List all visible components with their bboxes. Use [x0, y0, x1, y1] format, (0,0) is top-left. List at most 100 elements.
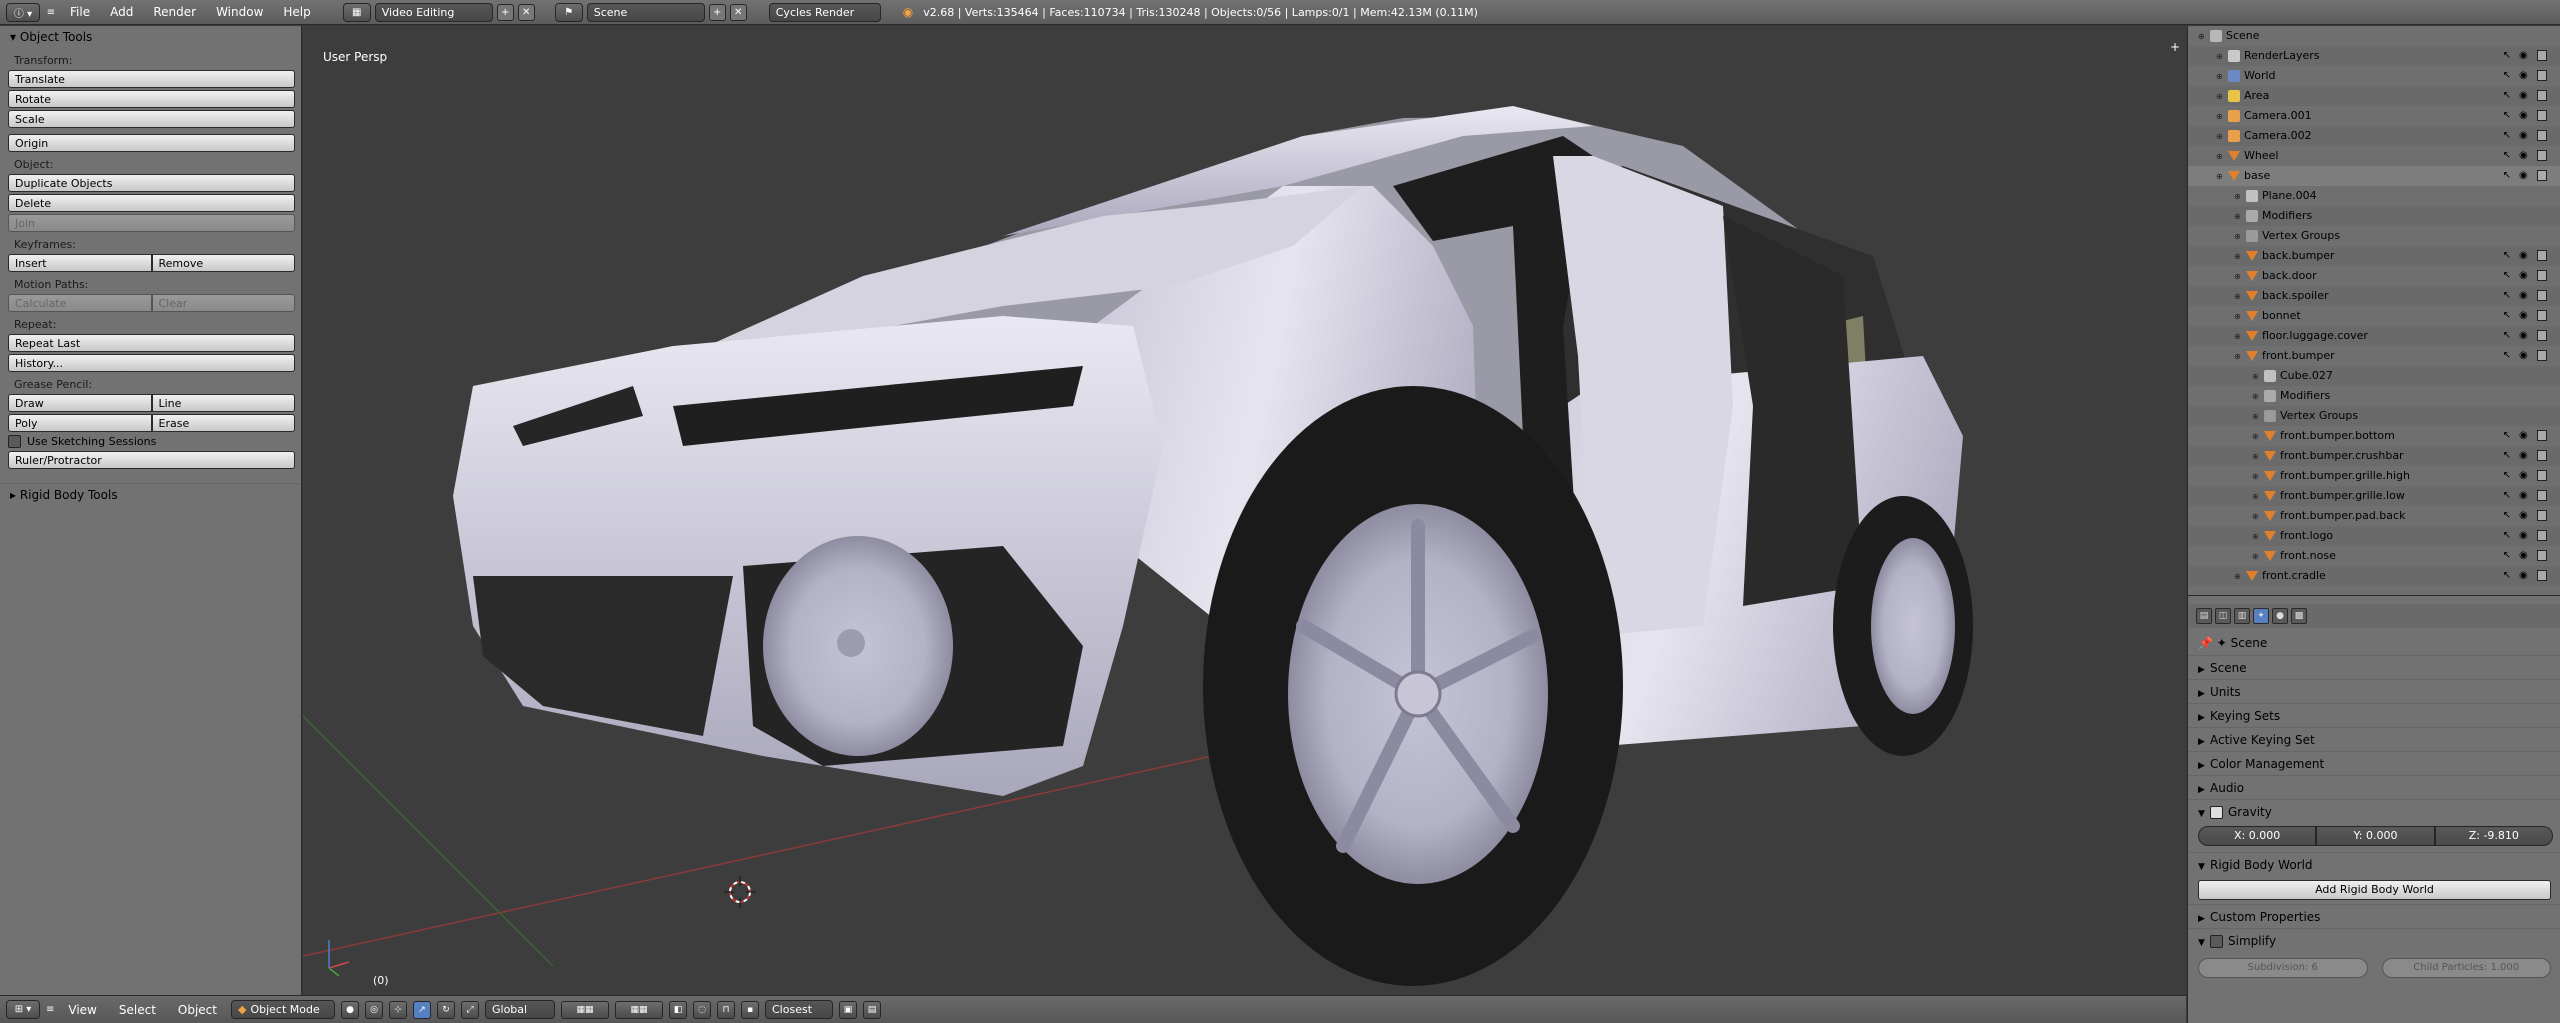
transform-orientation-select[interactable]: Global: [485, 1000, 555, 1019]
outliner-row[interactable]: ⊕ Scene: [2188, 26, 2560, 46]
render-opengl-icon[interactable]: ▣: [839, 1000, 857, 1019]
duplicate-objects-button[interactable]: Duplicate Objects: [8, 174, 295, 192]
selectable-toggle-icon[interactable]: ↖: [2503, 290, 2511, 302]
proportional-editing-icon[interactable]: ◌: [693, 1000, 711, 1019]
panel-audio[interactable]: ▶ Audio: [2188, 775, 2560, 799]
outliner-row[interactable]: ⊕ front.bumper.grille.high ↖ ◉: [2188, 466, 2560, 486]
join-button[interactable]: Join: [8, 214, 295, 232]
selectable-toggle-icon[interactable]: ↖: [2503, 330, 2511, 342]
visibility-eye-icon[interactable]: ◉: [2519, 70, 2531, 82]
panel-scene[interactable]: ▶ Scene: [2188, 655, 2560, 679]
visibility-eye-icon[interactable]: ◉: [2519, 350, 2531, 362]
selectable-toggle-icon[interactable]: ↖: [2503, 110, 2511, 122]
delete-button[interactable]: Delete: [8, 194, 295, 212]
disclosure-triangle-icon[interactable]: ⊕: [2252, 387, 2264, 407]
disclosure-triangle-icon[interactable]: ⊕: [2234, 187, 2246, 207]
draw-button[interactable]: Draw: [8, 394, 152, 412]
outliner-row[interactable]: ⊕ front.bumper.crushbar ↖ ◉: [2188, 446, 2560, 466]
visibility-eye-icon[interactable]: ◉: [2519, 290, 2531, 302]
disclosure-triangle-icon[interactable]: ⊕: [2252, 367, 2264, 387]
outliner-row[interactable]: ⊕ base ↖ ◉: [2188, 166, 2560, 186]
screen-layout-icon[interactable]: ▦: [342, 2, 371, 22]
selectable-toggle-icon[interactable]: ↖: [2503, 350, 2511, 362]
menu-add[interactable]: Add: [102, 0, 141, 25]
render-toggle-icon[interactable]: [2537, 270, 2547, 281]
disclosure-triangle-icon[interactable]: ⊕: [2234, 347, 2246, 367]
disclosure-triangle-icon[interactable]: ⊕: [2234, 307, 2246, 327]
sketching-sessions-toggle[interactable]: Use Sketching Sessions: [8, 435, 293, 448]
disclosure-triangle-icon[interactable]: ⊕: [2252, 507, 2264, 527]
disclosure-triangle-icon[interactable]: ⊕: [2252, 467, 2264, 487]
visibility-eye-icon[interactable]: ◉: [2519, 270, 2531, 282]
outliner-row[interactable]: ⊕ bonnet ↖ ◉: [2188, 306, 2560, 326]
selectable-toggle-icon[interactable]: ↖: [2503, 550, 2511, 562]
menu-file[interactable]: File: [62, 0, 98, 25]
snap-toggle-icon[interactable]: ⊓: [717, 1000, 735, 1019]
panel-rigid-body-world[interactable]: ▼ Rigid Body World: [2188, 852, 2560, 876]
pin-icon[interactable]: 📌: [2198, 636, 2213, 650]
disclosure-triangle-icon[interactable]: ⊕: [2252, 407, 2264, 427]
render-toggle-icon[interactable]: [2537, 470, 2547, 481]
simplify-checkbox[interactable]: [2210, 935, 2223, 948]
sketching-checkbox[interactable]: [8, 435, 21, 448]
poly-button[interactable]: Poly: [8, 414, 152, 432]
remove-keyframe-button[interactable]: Remove: [151, 254, 295, 272]
selectable-toggle-icon[interactable]: ↖: [2503, 270, 2511, 282]
render-toggle-icon[interactable]: [2537, 310, 2547, 321]
selectable-toggle-icon[interactable]: ↖: [2503, 490, 2511, 502]
outliner-row[interactable]: ⊕ Cube.027: [2188, 366, 2560, 386]
child-particles-field[interactable]: Child Particles: 1.000: [2381, 958, 2551, 978]
render-toggle-icon[interactable]: [2537, 70, 2547, 81]
render-toggle-icon[interactable]: [2537, 50, 2547, 61]
subdivision-field[interactable]: Subdivision: 6: [2198, 958, 2368, 978]
rotate-button[interactable]: Rotate: [8, 90, 295, 108]
outliner-row[interactable]: ⊕ Area ↖ ◉: [2188, 86, 2560, 106]
render-toggle-icon[interactable]: [2537, 90, 2547, 101]
clear-button[interactable]: Clear: [151, 294, 295, 312]
selectable-toggle-icon[interactable]: ↖: [2503, 510, 2511, 522]
visibility-eye-icon[interactable]: ◉: [2519, 470, 2531, 482]
viewport-shading-icon[interactable]: ●: [341, 1000, 359, 1019]
outliner-row[interactable]: ⊕ World ↖ ◉: [2188, 66, 2560, 86]
selectable-toggle-icon[interactable]: ↖: [2503, 570, 2511, 582]
outliner-row[interactable]: ⊕ Modifiers: [2188, 386, 2560, 406]
render-toggle-icon[interactable]: [2537, 450, 2547, 461]
ruler-protractor-button[interactable]: Ruler/Protractor: [8, 451, 295, 469]
disclosure-triangle-icon[interactable]: ⊕: [2234, 287, 2246, 307]
outliner-row[interactable]: ⊕ RenderLayers ↖ ◉: [2188, 46, 2560, 66]
visibility-eye-icon[interactable]: ◉: [2519, 250, 2531, 262]
outliner-row[interactable]: ⊕ front.nose ↖ ◉: [2188, 546, 2560, 566]
visibility-eye-icon[interactable]: ◉: [2519, 430, 2531, 442]
disclosure-triangle-icon[interactable]: ⊕: [2198, 27, 2210, 47]
disclosure-triangle-icon[interactable]: ⊕: [2252, 447, 2264, 467]
editor-type-button[interactable]: ⓘ ▾: [6, 2, 40, 22]
history-button[interactable]: History...: [8, 354, 295, 372]
panel-simplify[interactable]: ▼ Simplify: [2188, 928, 2560, 952]
panel-gravity[interactable]: ▼ Gravity: [2188, 799, 2560, 823]
gravity-checkbox[interactable]: [2210, 806, 2223, 819]
outliner-row[interactable]: ⊕ Plane.004: [2188, 186, 2560, 206]
disclosure-triangle-icon[interactable]: ⊕: [2234, 207, 2246, 227]
outliner-row[interactable]: ⊕ front.bumper.grille.low ↖ ◉: [2188, 486, 2560, 506]
layer-buttons-icon[interactable]: ▦▦: [561, 1000, 609, 1019]
delete-layout-button[interactable]: ✕: [517, 3, 535, 21]
visibility-eye-icon[interactable]: ◉: [2519, 50, 2531, 62]
translate-button[interactable]: Translate: [8, 70, 295, 88]
disclosure-triangle-icon[interactable]: ⊕: [2252, 547, 2264, 567]
render-animation-icon[interactable]: ▤: [863, 1000, 881, 1019]
snap-target-select[interactable]: Closest: [765, 1000, 833, 1019]
collapse-menu-icon[interactable]: ≡: [46, 1004, 54, 1015]
rigid-body-tools-header[interactable]: ▸ Rigid Body Tools: [0, 483, 301, 505]
render-toggle-icon[interactable]: [2537, 330, 2547, 341]
selectable-toggle-icon[interactable]: ↖: [2503, 50, 2511, 62]
menu-render[interactable]: Render: [145, 0, 204, 25]
origin-button[interactable]: Origin: [8, 134, 295, 152]
disclosure-triangle-icon[interactable]: ⊕: [2216, 47, 2228, 67]
scene-field[interactable]: Scene: [586, 2, 705, 22]
selectable-toggle-icon[interactable]: ↖: [2503, 150, 2511, 162]
object-tools-panel-header[interactable]: ▾ Object Tools: [0, 26, 301, 48]
menu-view[interactable]: View: [60, 1003, 104, 1017]
outliner-row[interactable]: ⊕ Vertex Groups: [2188, 406, 2560, 426]
outliner-row[interactable]: ⊕ front.bumper ↖ ◉: [2188, 346, 2560, 366]
panel-units[interactable]: ▶ Units: [2188, 679, 2560, 703]
